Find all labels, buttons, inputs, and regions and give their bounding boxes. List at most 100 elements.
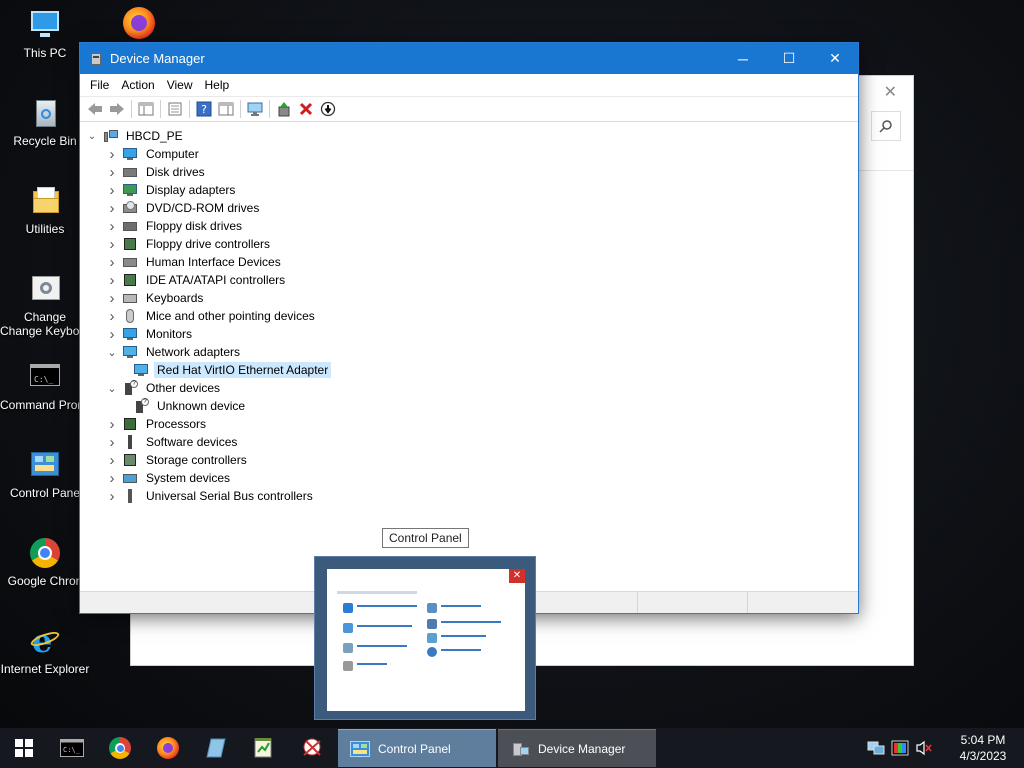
close-icon[interactable]: ✕ [884,82,897,102]
forward-arrow-icon[interactable] [106,98,128,120]
desktop-icon-google-chrome[interactable]: Google Chron [0,536,90,589]
device-tree[interactable]: ⌄ HBCD_PE › Computer › Disk drives › Display … [80,125,858,591]
chevron-down-icon[interactable]: ⌄ [86,131,98,142]
chevron-right-icon[interactable]: › [106,290,118,307]
desktop-icon-command-prompt[interactable]: C:\_ Command Prompt [0,360,90,413]
properties-icon[interactable] [164,98,186,120]
control-panel-thumbnail-preview[interactable]: ✕ [314,556,536,720]
clock-time: 5:04 PM [960,733,1006,747]
start-button[interactable] [0,728,48,768]
chevron-right-icon[interactable]: › [106,254,118,271]
tree-category[interactable]: › Keyboards [80,289,858,307]
speaker-muted-icon[interactable] [913,737,935,759]
taskbar-task-control-panel[interactable]: Control Panel [338,729,496,767]
folder-icon [28,184,62,218]
desktop-icon-control-panel[interactable]: Control Pane [0,448,90,501]
taskbar-google-chrome[interactable] [96,728,144,768]
chevron-right-icon[interactable]: › [106,488,118,505]
close-button[interactable]: ✕ [812,43,858,74]
menu-help[interactable]: Help [199,78,236,92]
minimize-button[interactable]: ─ [720,43,766,74]
tree-category[interactable]: › Floppy drive controllers [80,235,858,253]
tree-category[interactable]: › Floppy disk drives [80,217,858,235]
tree-category[interactable]: › Mice and other pointing devices [80,307,858,325]
taskbar-command-prompt[interactable]: C:\_ [48,728,96,768]
title-bar[interactable]: Device Manager ─ ☐ ✕ [80,43,858,74]
chevron-right-icon[interactable]: › [106,182,118,199]
update-driver-icon[interactable] [273,98,295,120]
status-segment [638,592,748,613]
tree-category[interactable]: › DVD/CD-ROM drives [80,199,858,217]
chevron-right-icon[interactable]: › [106,326,118,343]
tree-device-item[interactable]: Red Hat VirtIO Ethernet Adapter [80,361,858,379]
desktop-icon-internet-explorer[interactable]: e Internet Explorer [0,624,90,677]
tree-label: Disk drives [146,165,205,179]
device-manager-window[interactable]: Device Manager ─ ☐ ✕ File Action View He… [79,42,859,614]
disable-device-icon[interactable] [317,98,339,120]
taskbar-glass-app[interactable] [192,728,240,768]
network-adapter-icon [133,363,149,377]
desktop-icon-recycle-bin[interactable]: Recycle Bin [0,96,90,149]
tree-category[interactable]: › Computer [80,145,858,163]
taskbar-task-device-manager[interactable]: Device Manager [498,729,656,767]
tree-category[interactable]: ⌄? Other devices [80,379,858,397]
close-icon[interactable]: ✕ [509,569,525,583]
chevron-right-icon[interactable]: › [106,146,118,163]
chevron-right-icon[interactable]: › [106,236,118,253]
desktop-icon-utilities[interactable]: Utilities [0,184,90,237]
tree-category[interactable]: › Display adapters [80,181,858,199]
menu-action[interactable]: Action [115,78,160,92]
command-prompt-icon: C:\_ [28,360,62,394]
svg-text:C:\_: C:\_ [63,746,81,754]
tree-root[interactable]: ⌄ HBCD_PE [80,127,858,145]
chevron-right-icon[interactable]: › [106,308,118,325]
chevron-right-icon[interactable]: › [106,434,118,451]
chevron-right-icon[interactable]: › [106,218,118,235]
search-icon[interactable] [871,111,901,141]
tree-category[interactable]: › Software devices [80,433,858,451]
help-icon[interactable]: ? [193,98,215,120]
desktop-icon-this-pc[interactable]: This PC [0,8,90,61]
tree-category[interactable]: › IDE ATA/ATAPI controllers [80,271,858,289]
action-pane-icon[interactable] [215,98,237,120]
desktop-icon-change-keyboard-layout[interactable]: Change Change Keyboard Layo [0,272,90,339]
desktop-icon-firefox[interactable] [94,6,184,44]
menu-view[interactable]: View [161,78,199,92]
chevron-right-icon[interactable]: › [106,164,118,181]
back-arrow-icon[interactable] [84,98,106,120]
taskbar-firefox[interactable] [144,728,192,768]
color-display-icon[interactable] [889,737,911,759]
usb-icon [122,489,138,503]
tree-category[interactable]: › Monitors [80,325,858,343]
tree-category[interactable]: › Storage controllers [80,451,858,469]
chrome-icon [109,737,131,759]
tree-category[interactable]: › Processors [80,415,858,433]
tree-label: Floppy drive controllers [146,237,271,251]
menu-file[interactable]: File [84,78,115,92]
chevron-down-icon[interactable]: ⌄ [106,346,118,359]
tree-label: System devices [146,471,231,485]
chevron-right-icon[interactable]: › [106,200,118,217]
tree-category[interactable]: › System devices [80,469,858,487]
network-icon[interactable] [865,737,887,759]
uninstall-device-icon[interactable] [295,98,317,120]
show-hide-console-tree-icon[interactable] [135,98,157,120]
taskbar-snipping-tool[interactable] [288,728,336,768]
tree-category[interactable]: › Disk drives [80,163,858,181]
scan-hardware-changes-icon[interactable] [244,98,266,120]
taskbar-notepad-app[interactable] [240,728,288,768]
tree-label: Human Interface Devices [146,255,281,269]
tree-device-item[interactable]: ? Unknown device [80,397,858,415]
maximize-button[interactable]: ☐ [766,43,812,74]
firefox-icon [157,737,179,759]
tree-category[interactable]: ⌄ Network adapters [80,343,858,361]
chevron-down-icon[interactable]: ⌄ [106,382,118,395]
chevron-right-icon[interactable]: › [106,272,118,289]
chevron-right-icon[interactable]: › [106,452,118,469]
tree-category[interactable]: › Human Interface Devices [80,253,858,271]
chevron-right-icon[interactable]: › [106,416,118,433]
tree-category[interactable]: › Universal Serial Bus controllers [80,487,858,505]
floppy-disk-icon [122,219,138,233]
taskbar-clock[interactable]: 5:04 PM 4/3/2023 [942,732,1024,764]
chevron-right-icon[interactable]: › [106,470,118,487]
